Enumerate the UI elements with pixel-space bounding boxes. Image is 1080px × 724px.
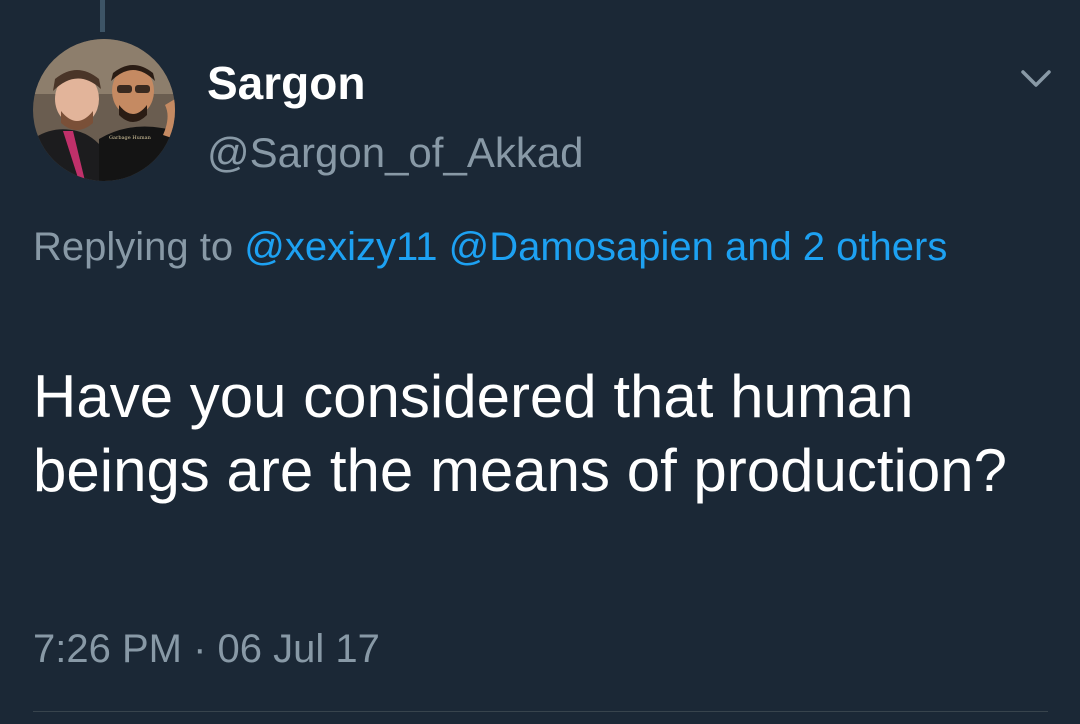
avatar-photo: Garbage Human: [33, 39, 175, 181]
tweet-timestamp: 7:26 PM · 06 Jul 17: [33, 622, 380, 676]
avatar-shirt-text: Garbage Human: [109, 135, 152, 141]
tweet-menu-button[interactable]: [1014, 62, 1058, 96]
others-link[interactable]: and 2 others: [725, 225, 947, 269]
user-handle[interactable]: @Sargon_of_Akkad: [207, 127, 584, 179]
tweet-date: 06 Jul 17: [217, 627, 380, 671]
mention-link[interactable]: @xexizy11: [244, 225, 437, 269]
replying-to-line: Replying to @xexizy11 @Damosapien and 2 …: [33, 216, 1043, 278]
divider: [33, 711, 1048, 712]
mention-link[interactable]: @Damosapien: [449, 225, 714, 269]
replying-to-label: Replying to: [33, 225, 234, 269]
display-name[interactable]: Sargon: [207, 55, 365, 111]
tweet-time: 7:26 PM: [33, 627, 182, 671]
avatar[interactable]: Garbage Human: [33, 39, 175, 181]
chevron-down-icon: [1021, 70, 1051, 87]
tweet-text: Have you considered that human beings ar…: [33, 363, 1007, 504]
timestamp-separator: ·: [193, 627, 207, 671]
thread-connector-line: [100, 0, 105, 32]
